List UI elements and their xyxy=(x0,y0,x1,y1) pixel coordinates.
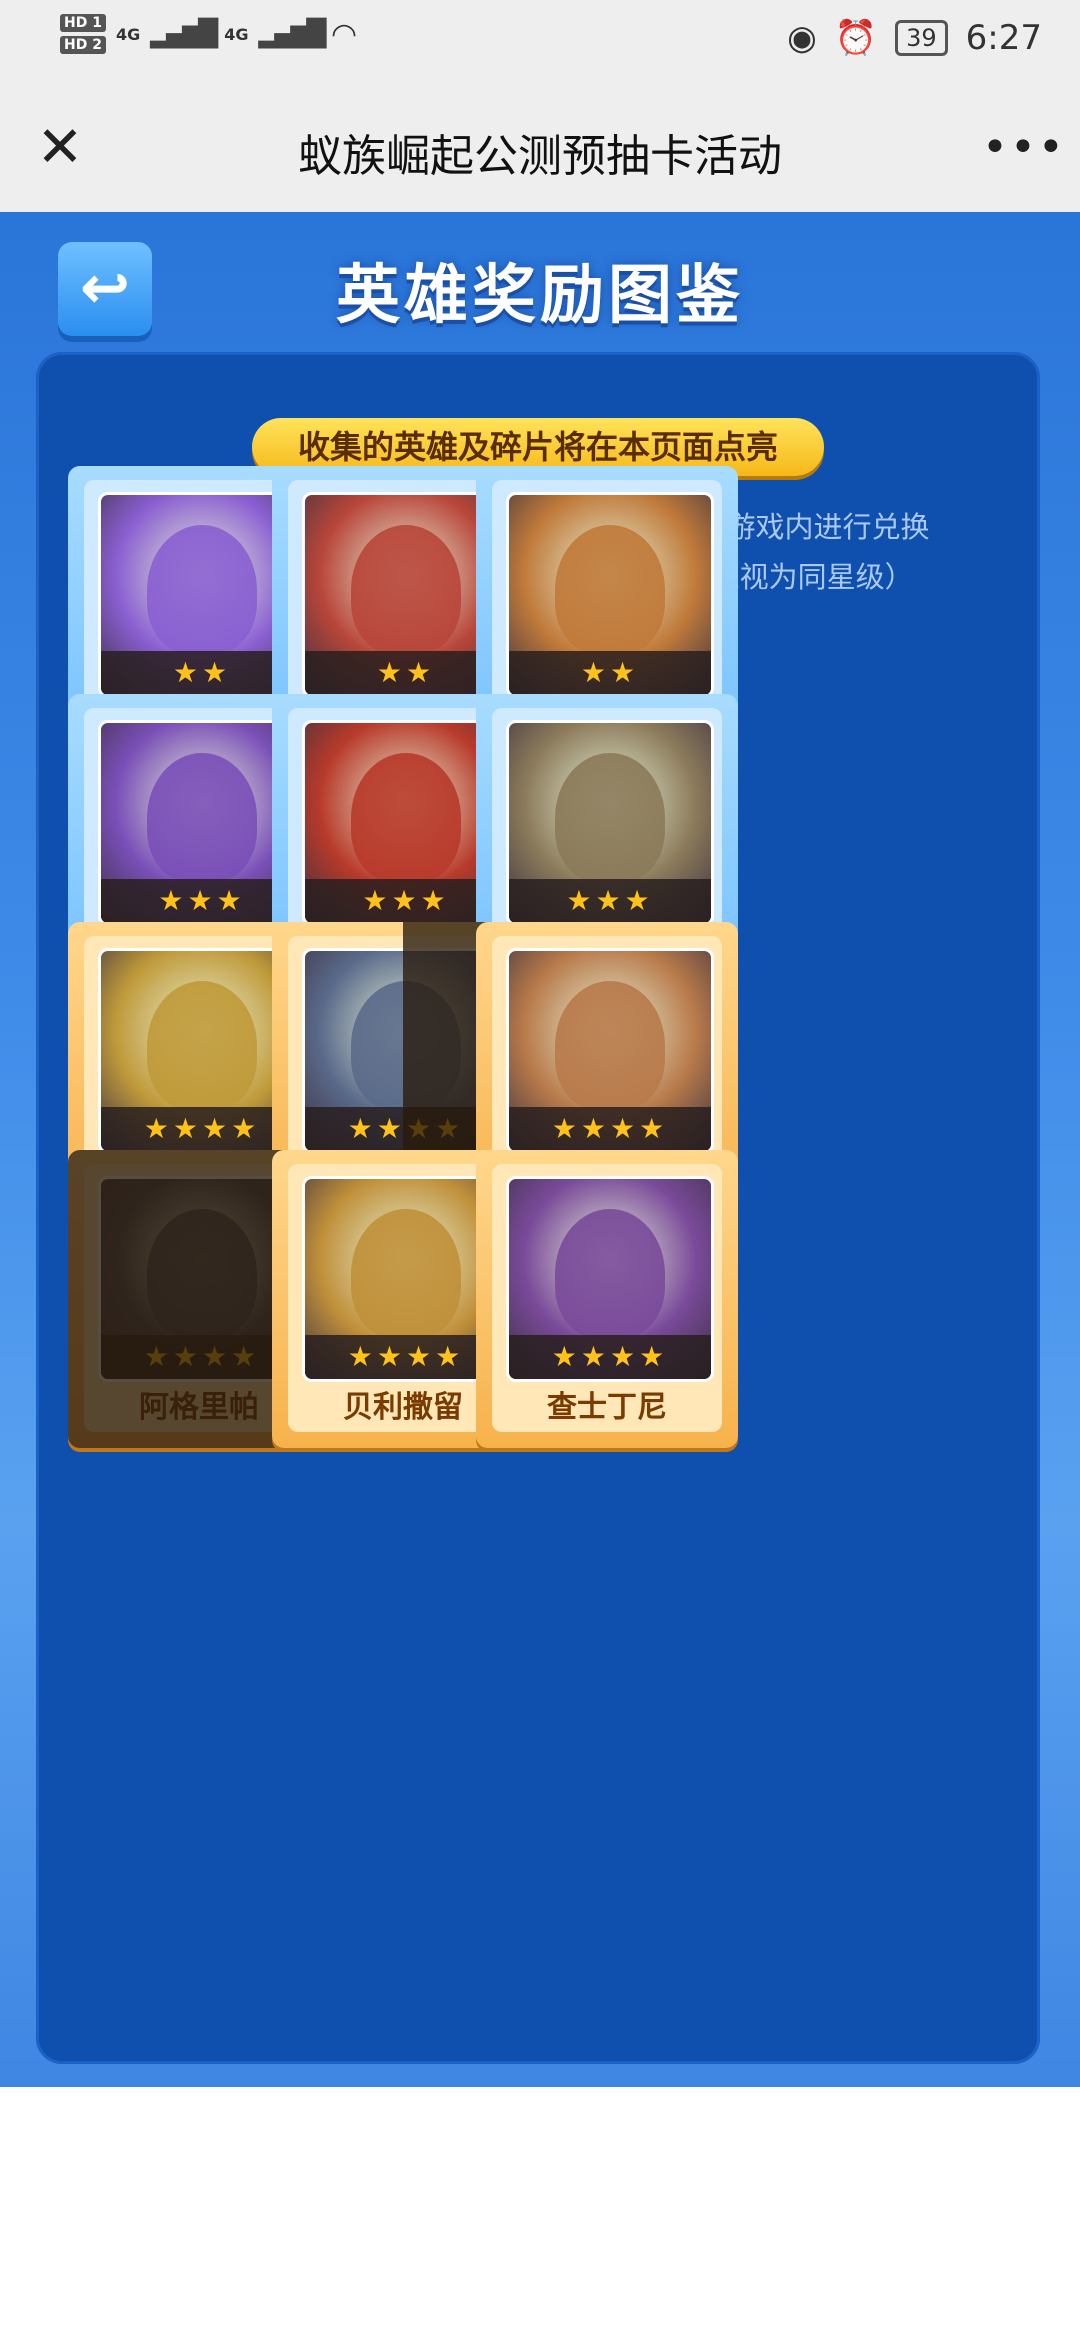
hero-figure xyxy=(351,1209,461,1339)
network-1-label: 4G xyxy=(115,24,141,44)
hero-figure xyxy=(147,753,257,883)
hero-figure xyxy=(147,981,257,1111)
status-time: 6:27 xyxy=(965,18,1042,58)
hero-name: 查士丁尼 xyxy=(547,1390,667,1425)
hero-star-rating: ★★★★ xyxy=(509,1335,711,1379)
more-menu-icon[interactable]: ••• xyxy=(982,118,1064,178)
signal-2-icon: ▂▄▆█ xyxy=(258,19,326,49)
hero-star-rating: ★★★ xyxy=(509,879,711,923)
hero-figure xyxy=(555,1209,665,1339)
hero-portrait: ★★ xyxy=(506,492,714,698)
hero-star-rating: ★★★★ xyxy=(509,1107,711,1151)
hero-card[interactable]: ★★★★ 查士丁尼 xyxy=(476,1150,738,1448)
hd1-indicator: HD 1 xyxy=(60,14,106,32)
blank-footer xyxy=(0,2087,1080,2340)
alarm-icon: ⏰ xyxy=(834,18,878,58)
hero-figure xyxy=(351,525,461,655)
hero-figure xyxy=(147,525,257,655)
hd2-indicator: HD 2 xyxy=(60,36,106,54)
activity-page: ↩ 英雄奖励图鉴 收集的英雄及碎片将在本页面点亮 成功点亮并解锁的英雄可通过生成… xyxy=(0,212,1080,2087)
hero-portrait: ★★★★ xyxy=(506,1176,714,1382)
webview-titlebar: ✕ 蚁族崛起公测预抽卡活动 ••• xyxy=(0,84,1080,212)
hero-star-rating: ★★ xyxy=(509,651,711,695)
hero-figure xyxy=(555,753,665,883)
wifi-icon: ◠ xyxy=(332,16,356,52)
hero-gallery-panel: 收集的英雄及碎片将在本页面点亮 成功点亮并解锁的英雄可通过生成兑换码前往游戏内进… xyxy=(36,352,1040,2064)
hero-figure xyxy=(351,753,461,883)
battery-indicator: 39 xyxy=(895,20,948,56)
page-heading: 英雄奖励图鉴 xyxy=(336,259,744,333)
hero-figure xyxy=(555,981,665,1111)
network-2-label: 4G xyxy=(224,24,249,44)
status-bar: HD 1 HD 2 4G ▂▄▆█ 4G ▂▄▆█ ◠ ◉ ⏰ 39 6:27 xyxy=(0,0,1080,84)
hero-figure xyxy=(555,525,665,655)
page-title: 蚁族崛起公测预抽卡活动 xyxy=(298,131,782,182)
hero-portrait: ★★★★ xyxy=(506,948,714,1154)
hero-portrait: ★★★ xyxy=(506,720,714,926)
eye-icon: ◉ xyxy=(787,18,817,58)
signal-1-icon: ▂▄▆█ xyxy=(150,19,218,49)
